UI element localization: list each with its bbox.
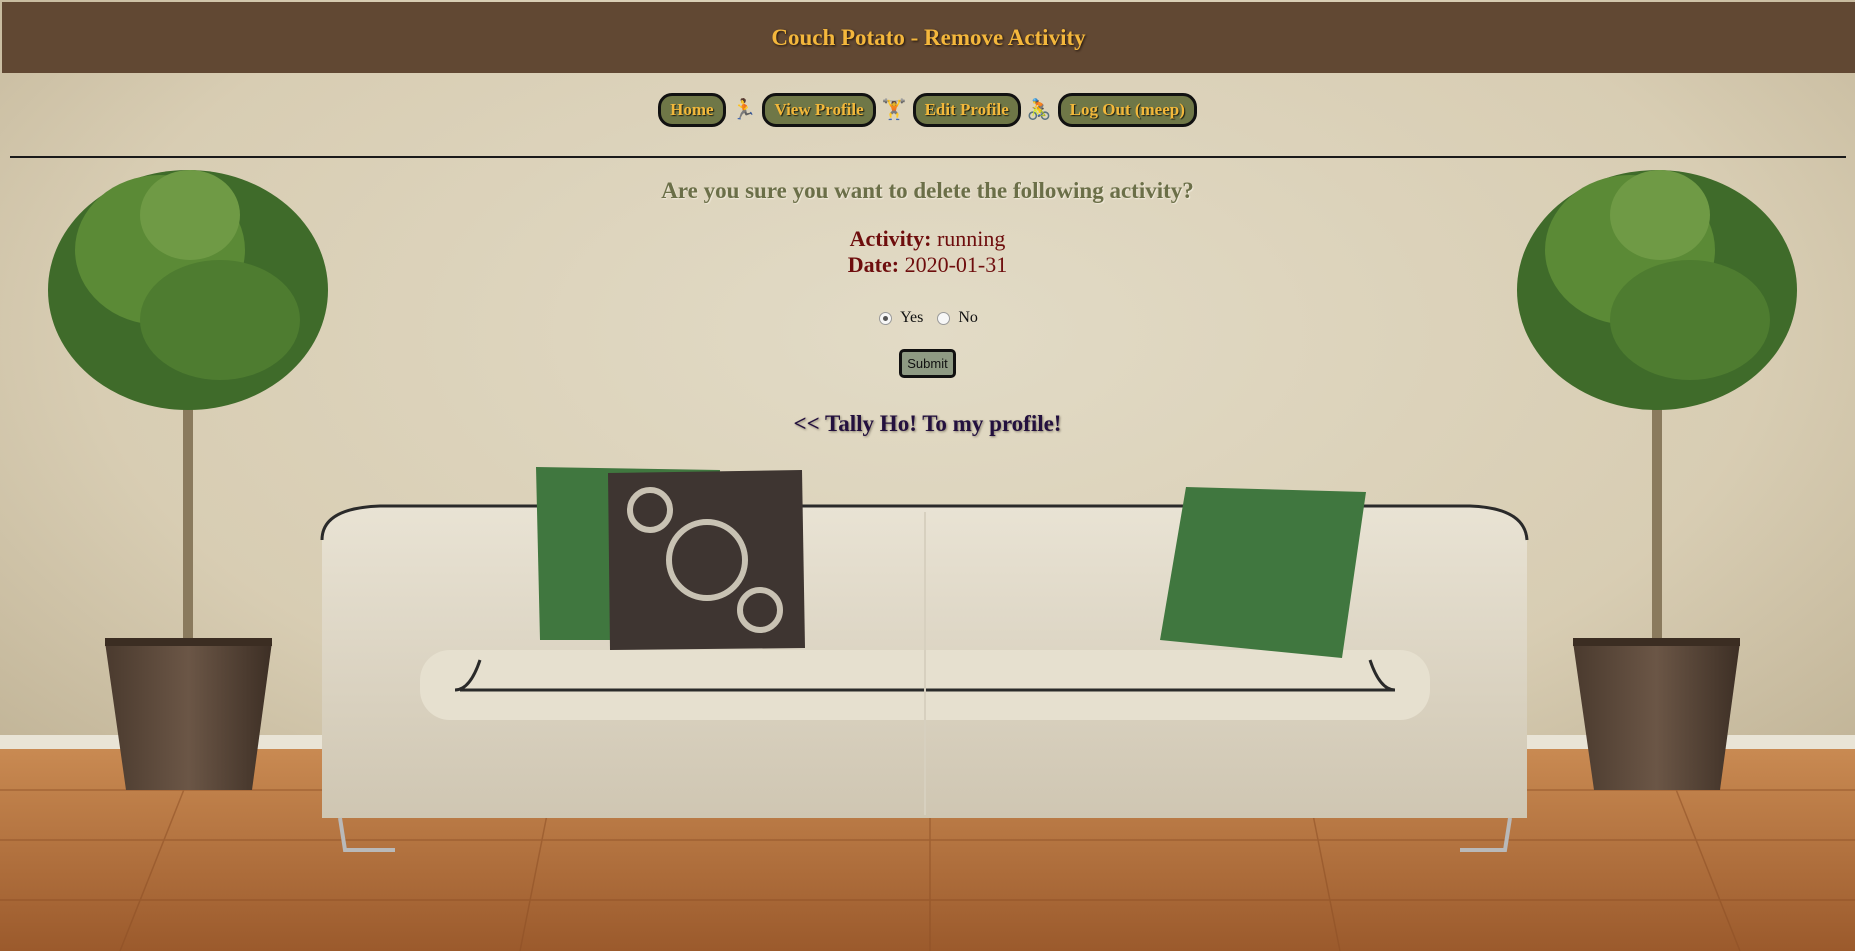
page-title: Couch Potato - Remove Activity bbox=[771, 24, 1086, 50]
nav-logout-button[interactable]: Log Out (meep) bbox=[1057, 93, 1197, 127]
running-person-icon: 🏃 bbox=[731, 99, 757, 121]
yes-radio[interactable] bbox=[879, 311, 893, 325]
no-label: No bbox=[958, 309, 978, 326]
activity-value: running bbox=[936, 226, 1006, 251]
cyclist-icon: 🚴 bbox=[1026, 99, 1052, 121]
submit-button[interactable]: Submit bbox=[899, 349, 956, 378]
nav-view-profile-button[interactable]: View Profile bbox=[762, 93, 876, 127]
divider bbox=[10, 156, 1846, 158]
no-radio[interactable] bbox=[937, 311, 951, 325]
back-to-profile-link[interactable]: << Tally Ho! To my profile! bbox=[794, 411, 1062, 437]
date-label: Date: bbox=[847, 252, 900, 277]
weightlifter-icon: 🏋 bbox=[881, 99, 907, 121]
living-room-background bbox=[0, 0, 1855, 951]
main-nav: Home 🏃 View Profile 🏋 Edit Profile 🚴 Log… bbox=[0, 93, 1855, 127]
date-value: 2020-01-31 bbox=[904, 252, 1008, 277]
sofa bbox=[320, 467, 1529, 852]
activity-label: Activity: bbox=[849, 226, 932, 251]
date-line: Date: 2020-01-31 bbox=[0, 252, 1855, 278]
yes-label: Yes bbox=[900, 309, 924, 326]
activity-line: Activity: running bbox=[0, 226, 1855, 252]
page-header: Couch Potato - Remove Activity bbox=[2, 2, 1855, 73]
activity-details: Activity: running Date: 2020-01-31 bbox=[0, 226, 1855, 278]
confirm-question: Are you sure you want to delete the foll… bbox=[661, 178, 1194, 203]
confirm-options: Yes No bbox=[0, 309, 1855, 327]
nav-home-button[interactable]: Home bbox=[658, 93, 726, 127]
delete-activity-form: Are you sure you want to delete the foll… bbox=[0, 178, 1855, 437]
nav-edit-profile-button[interactable]: Edit Profile bbox=[912, 93, 1021, 127]
